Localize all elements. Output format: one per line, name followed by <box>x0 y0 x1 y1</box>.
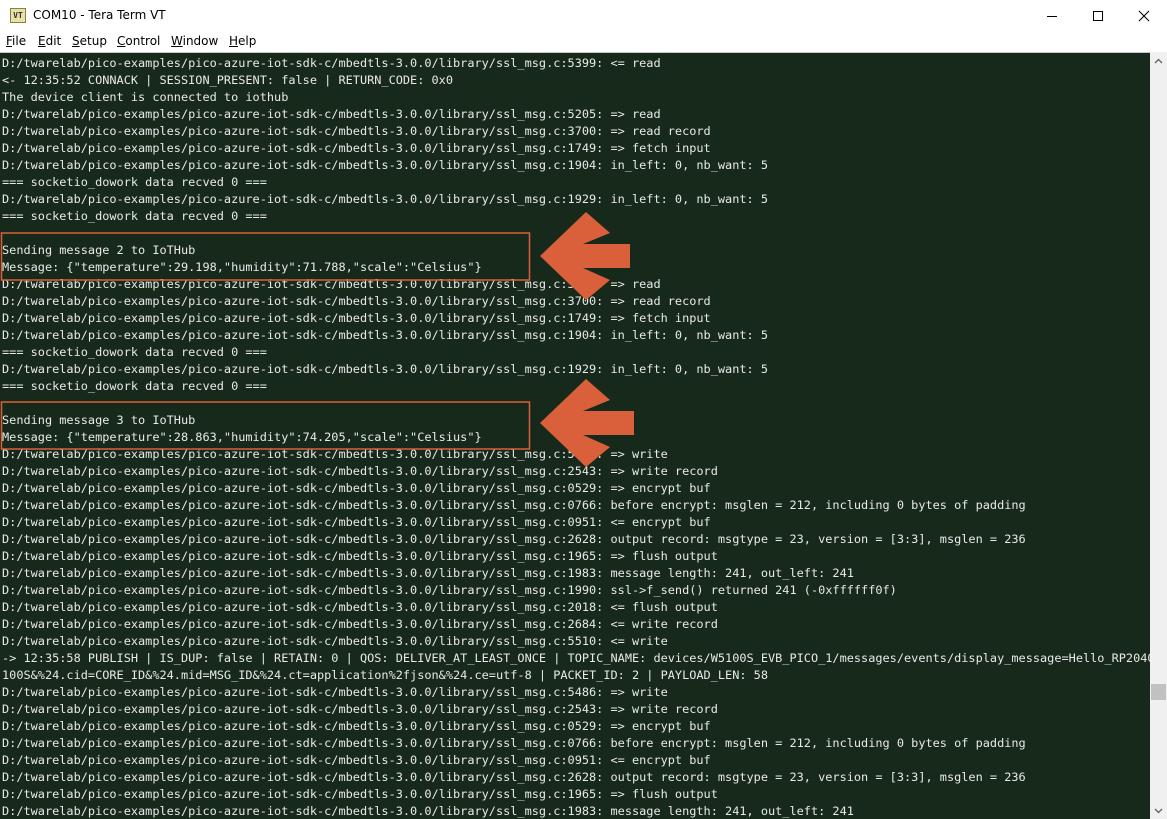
menu-setup-mnemonic: S <box>72 34 80 48</box>
menu-help-label: elp <box>238 34 257 48</box>
window-title: COM10 - Tera Term VT <box>33 8 166 22</box>
terminal-line: D:/twarelab/pico-examples/pico-azure-iot… <box>2 328 768 342</box>
terminal-line: D:/twarelab/pico-examples/pico-azure-iot… <box>2 311 711 325</box>
terminal-line: D:/twarelab/pico-examples/pico-azure-iot… <box>2 787 718 801</box>
terminal-line: Sending message 2 to IoTHub <box>2 243 196 257</box>
menu-setup[interactable]: Setup <box>72 31 107 51</box>
menu-file[interactable]: File <box>6 31 26 51</box>
terminal-line: D:/twarelab/pico-examples/pico-azure-iot… <box>2 107 661 121</box>
terminal-line: === socketio_dowork data recved 0 === <box>2 209 267 223</box>
terminal-line: D:/twarelab/pico-examples/pico-azure-iot… <box>2 583 897 597</box>
terminal-line: === socketio_dowork data recved 0 === <box>2 175 267 189</box>
terminal-line: D:/twarelab/pico-examples/pico-azure-iot… <box>2 566 854 580</box>
terminal-line: D:/twarelab/pico-examples/pico-azure-iot… <box>2 362 768 376</box>
terminal-line: D:/twarelab/pico-examples/pico-azure-iot… <box>2 753 711 767</box>
tera-term-app-icon[interactable]: VT <box>10 8 26 23</box>
maximize-button[interactable] <box>1075 0 1121 31</box>
scroll-up-button[interactable] <box>1150 52 1167 69</box>
title-bar: VT COM10 - Tera Term VT <box>0 0 1167 31</box>
terminal-line: D:/twarelab/pico-examples/pico-azure-iot… <box>2 277 661 291</box>
menu-edit-mnemonic: E <box>38 34 46 48</box>
close-button[interactable] <box>1121 0 1167 31</box>
minimize-button[interactable] <box>1029 0 1075 31</box>
minimize-icon <box>1047 15 1057 17</box>
terminal-line: Sending message 3 to IoTHub <box>2 413 196 427</box>
terminal-line: === socketio_dowork data recved 0 === <box>2 345 267 359</box>
terminal-line: D:/twarelab/pico-examples/pico-azure-iot… <box>2 736 1026 750</box>
terminal-line: D:/twarelab/pico-examples/pico-azure-iot… <box>2 515 711 529</box>
maximize-icon <box>1093 10 1103 21</box>
terminal-line: D:/twarelab/pico-examples/pico-azure-iot… <box>2 498 1026 512</box>
vertical-scrollbar[interactable] <box>1150 52 1167 819</box>
terminal-line: D:/twarelab/pico-examples/pico-azure-iot… <box>2 124 711 138</box>
close-icon <box>1138 10 1150 21</box>
terminal-line: -> 12:35:58 PUBLISH | IS_DUP: false | RE… <box>2 651 1150 665</box>
terminal-line: D:/twarelab/pico-examples/pico-azure-iot… <box>2 719 711 733</box>
terminal-line: D:/twarelab/pico-examples/pico-azure-iot… <box>2 532 1026 546</box>
terminal-line: D:/twarelab/pico-examples/pico-azure-iot… <box>2 600 718 614</box>
terminal-line: D:/twarelab/pico-examples/pico-azure-iot… <box>2 464 718 478</box>
menu-file-label: ile <box>12 34 27 48</box>
terminal-line: === socketio_dowork data recved 0 === <box>2 379 267 393</box>
menu-window-label: indow <box>182 34 219 48</box>
terminal-line: D:/twarelab/pico-examples/pico-azure-iot… <box>2 56 661 70</box>
menu-window[interactable]: Window <box>171 31 218 51</box>
scrollbar-thumb[interactable] <box>1151 684 1166 700</box>
scroll-down-icon <box>1154 808 1163 813</box>
menu-edit-label: dit <box>45 34 62 48</box>
terminal-line: Message: {"temperature":29.198,"humidity… <box>2 260 482 274</box>
terminal-line: D:/twarelab/pico-examples/pico-azure-iot… <box>2 770 1026 784</box>
terminal-line: <- 12:35:52 CONNACK | SESSION_PRESENT: f… <box>2 73 454 87</box>
terminal-line: D:/twarelab/pico-examples/pico-azure-iot… <box>2 447 668 461</box>
terminal-line: D:/twarelab/pico-examples/pico-azure-iot… <box>2 804 854 818</box>
terminal-line: The device client is connected to iothub <box>2 90 289 104</box>
terminal-line: 100S&%24.cid=CORE_ID&%24.mid=MSG_ID&%24.… <box>2 668 768 682</box>
terminal-line: D:/twarelab/pico-examples/pico-azure-iot… <box>2 685 668 699</box>
terminal-line: D:/twarelab/pico-examples/pico-azure-iot… <box>2 481 711 495</box>
terminal-line: D:/twarelab/pico-examples/pico-azure-iot… <box>2 192 768 206</box>
terminal-line: D:/twarelab/pico-examples/pico-azure-iot… <box>2 294 711 308</box>
terminal-line: Message: {"temperature":28.863,"humidity… <box>2 430 482 444</box>
menu-edit[interactable]: Edit <box>38 31 61 51</box>
menu-control-label: ontrol <box>125 34 161 48</box>
terminal-line: D:/twarelab/pico-examples/pico-azure-iot… <box>2 549 718 563</box>
terminal-line: D:/twarelab/pico-examples/pico-azure-iot… <box>2 141 711 155</box>
terminal-line: D:/twarelab/pico-examples/pico-azure-iot… <box>2 702 718 716</box>
scroll-down-button[interactable] <box>1150 802 1167 819</box>
scroll-up-icon <box>1154 58 1163 63</box>
terminal-line: D:/twarelab/pico-examples/pico-azure-iot… <box>2 617 718 631</box>
menu-help-mnemonic: H <box>229 34 239 48</box>
terminal-output[interactable]: D:/twarelab/pico-examples/pico-azure-iot… <box>0 52 1150 819</box>
terminal-line: D:/twarelab/pico-examples/pico-azure-iot… <box>2 158 768 172</box>
menu-control[interactable]: Control <box>117 31 160 51</box>
menu-bar: File Edit Setup Control Window Help <box>0 31 1167 51</box>
menu-help[interactable]: Help <box>229 31 256 51</box>
menu-window-mnemonic: W <box>171 34 183 48</box>
menu-setup-label: etup <box>79 34 107 48</box>
terminal-line: D:/twarelab/pico-examples/pico-azure-iot… <box>2 634 668 648</box>
